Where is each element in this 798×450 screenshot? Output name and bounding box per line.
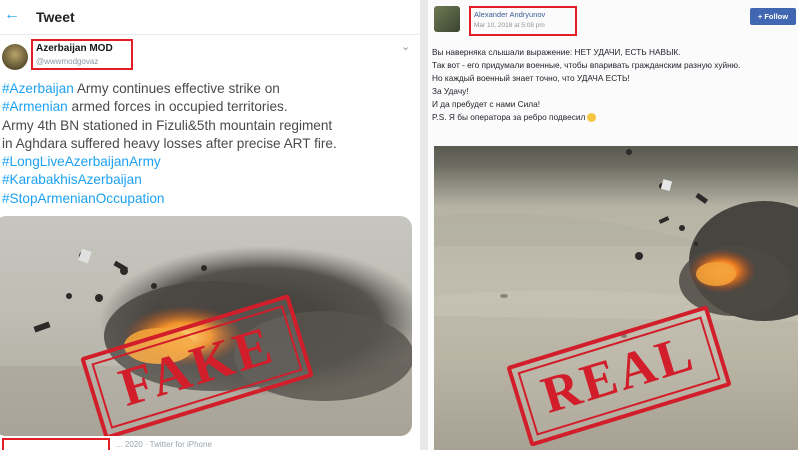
chevron-down-icon[interactable]: ⌄ [401,40,410,53]
tweet-line: #Armenian armed forces in occupied terri… [2,98,416,116]
post-author[interactable]: Alexander Andryunov [474,10,545,19]
post-line: Вы наверняка слышали выражение: НЕТ УДАЧ… [432,47,681,57]
account-handle[interactable]: @wwwmodgovaz [36,57,98,66]
tweet-line-text: armed forces in occupied territories. [67,99,288,115]
post-text: Вы наверняка слышали выражение: НЕТ УДАЧ… [432,46,792,124]
hashtag-link[interactable]: #KarabakhisAzerbaijan [2,172,142,187]
post-line: Но каждый военный знает точно, что УДАЧА… [432,73,630,83]
tweet-header: ← Tweet [0,0,420,35]
tweet-media-image[interactable]: FAKE [0,216,412,436]
tweet-line-text: Army continues effective strike on [73,81,280,96]
hashtag-link[interactable]: #Armenian [2,99,68,114]
tweet-header-title: Tweet [36,9,75,25]
post-media-image[interactable]: REAL [434,146,798,450]
tweet-line: Army 4th BN stationed in Fizuli&5th moun… [2,117,416,135]
panel-divider [420,0,428,450]
post-line: Так вот - его придумали военные, чтобы в… [432,60,741,70]
tweet-line-text: in Aghdara suffered heavy losses after p… [2,135,337,151]
follow-button[interactable]: + Follow [750,8,796,25]
avatar[interactable] [2,44,28,70]
post-line: За Удачу! [432,86,469,96]
smile-emoji-icon [587,113,597,123]
tweet-text: #Azerbaijan Army continues effective str… [2,80,416,208]
tweet-line-text: Army 4th BN stationed in Fizuli&5th moun… [2,117,333,133]
tweet-line: #Azerbaijan Army continues effective str… [2,80,416,98]
tweet-line: #KarabakhisAzerbaijan [2,171,416,189]
tweet-line: #LongLiveAzerbaijanArmy [2,153,416,171]
back-arrow-icon[interactable]: ← [4,6,20,24]
account-name[interactable]: Azerbaijan MOD [36,43,113,54]
tweet-line: #StopArmenianOccupation [2,190,416,208]
hashtag-link[interactable]: #StopArmenianOccupation [2,191,164,206]
hashtag-link[interactable]: #LongLiveAzerbaijanArmy [2,154,161,169]
tweet-line: in Aghdara suffered heavy losses after p… [2,135,416,153]
real-post-panel: Alexander Andryunov Mar 10, 2018 at 5:08… [428,0,798,450]
post-line-last: P.S. Я бы оператора за ребро подвесил [432,111,792,124]
fake-tweet-panel: ← Tweet Azerbaijan MOD @wwwmodgovaz ⌄ #A… [0,0,420,450]
timestamp-highlight-box [2,438,110,450]
hashtag-link[interactable]: #Azerbaijan [2,81,74,96]
avatar[interactable] [434,6,460,32]
post-line: И да пребудет с нами Сила! [432,99,541,109]
post-date[interactable]: Mar 10, 2018 at 5:08 pm [474,22,545,29]
tweet-footer: ... 2020 · Twitter for iPhone [116,440,212,449]
post-line-text: P.S. Я бы оператора за ребро подвесил [432,112,586,122]
